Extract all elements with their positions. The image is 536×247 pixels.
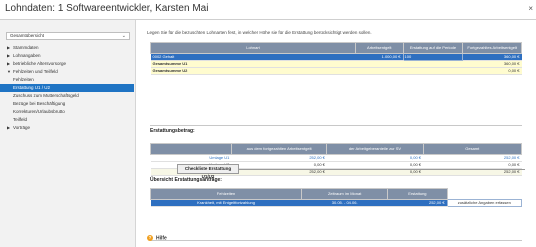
lohnart-cell: Gesamtsumme U1 [150, 60, 356, 68]
divider [239, 169, 525, 170]
column-header[interactable]: Lohnart [149, 42, 357, 54]
sidebar-item-label: Fehlzeiten [13, 77, 34, 82]
table-header-row: aus dem fortgezahlten Arbeitsentgelt der… [150, 143, 523, 155]
sidebar-item-lohnangaben[interactable]: ▶ Lohnangaben [6, 52, 134, 60]
sidebar-item-label: Erstattung U1 / U2 [13, 85, 51, 90]
column-header: Fehlzeiten [149, 188, 303, 200]
column-header [150, 143, 232, 155]
sidebar-item-zuschuss[interactable]: Zuschuss zum Mutterschaftsgeld [6, 92, 134, 100]
column-header: der Arbeitgeberanteile zur SV [326, 143, 424, 155]
sidebar-item-teilfeld[interactable]: Teilfeld [6, 116, 134, 124]
sidebar-item-label: Zuschuss zum Mutterschaftsgeld [13, 93, 79, 98]
sidebar-item-stammdaten[interactable]: ▶ Stammdaten [6, 44, 134, 52]
sidebar-item-bezuege[interactable]: Bezüge bei Beschäftigung [6, 100, 134, 108]
sidebar-item-label: betriebliche Altersvorsorge [13, 61, 67, 66]
lohnarten-table: Lohnart Arbeitsentgelt Erstattung auf di… [149, 42, 522, 75]
overview-dropdown-value: Gesamtübersicht [10, 33, 45, 38]
column-header[interactable]: Arbeitsentgelt [355, 42, 404, 54]
overview-dropdown[interactable]: Gesamtübersicht ⌄ [6, 32, 130, 40]
lohnart-cell: 0002 Gehalt [150, 53, 356, 61]
arbeitsentgelt-cell [355, 60, 404, 68]
table-header-row: Fehlzeiten Zeitraum im Monat Erstattung [149, 188, 522, 200]
column-header: Erstattung [387, 188, 448, 200]
help-link[interactable]: ? Hilfe [147, 235, 167, 241]
sidebar: Gesamtübersicht ⌄ ▶ Stammdaten ▶ Lohnangab… [0, 20, 136, 247]
table-row[interactable]: 0002 Gehalt 1.000,00 € 100 360,00 € [150, 53, 522, 61]
erstattung-cell: 252,00 € [387, 199, 448, 207]
sidebar-item-altersvorsorge[interactable]: ▶ betriebliche Altersvorsorge [6, 60, 134, 68]
table-header-row: Lohnart Arbeitsentgelt Erstattung auf di… [149, 42, 522, 54]
erstattung-cell [403, 67, 463, 75]
table-row[interactable]: Krankheit, mit Entgeltfortzahlung 30.05.… [150, 199, 523, 207]
sidebar-item-korrekturen[interactable]: Korrekturen/Urlaubsbrutto [6, 108, 134, 116]
fortgezahlt-cell: 0,00 € [231, 161, 327, 169]
antraege-table: Fehlzeiten Zeitraum im Monat Erstattung … [149, 188, 523, 207]
help-label: Hilfe [156, 235, 167, 242]
column-header: Gesamt [422, 143, 523, 155]
erstattung-input[interactable]: 100 [402, 53, 464, 61]
fortgezahlt-cell: 360,00 € [462, 53, 522, 61]
fortgezahlt-cell: 0,00 € [462, 67, 522, 75]
divider [150, 125, 522, 126]
column-header: Zeitraum im Monat [301, 188, 389, 200]
arbeitsentgelt-cell: 1.000,00 € [355, 53, 404, 61]
umlage-label: Umlage U1 [150, 154, 232, 162]
lohnart-cell: Gesamtsumme U2 [150, 67, 356, 75]
column-header[interactable]: Erstattung auf die Periode [402, 42, 464, 54]
additional-details-button[interactable]: zusätzliche Angaben erfassen [446, 199, 523, 207]
sidebar-item-label: Vorträge [13, 125, 31, 130]
sidebar-item-erstattung[interactable]: Erstattung U1 / U2 [0, 84, 134, 92]
table-row: Umlage U1 252,00 € 0,00 € 252,00 € [150, 154, 522, 162]
gesamt-cell: 252,00 € [423, 154, 522, 162]
intro-text: Legen Sie für die bezuschten Lohnarten f… [147, 30, 372, 35]
gesamt-cell: 0,00 € [423, 161, 522, 169]
fehlzeit-cell: Krankheit, mit Entgeltfortzahlung [150, 199, 302, 207]
arbeitsentgelt-cell [355, 67, 404, 75]
window-titlebar: Lohndaten: 1 Softwareentwickler, Karsten… [0, 0, 536, 20]
close-icon[interactable]: × [528, 4, 533, 13]
sidebar-item-label: Teilfeld [13, 117, 28, 122]
sidebar-item-fehlzeiten[interactable]: Fehlzeiten [6, 76, 134, 84]
sidebar-item-label: Stammdaten [13, 45, 39, 50]
divider [150, 240, 522, 241]
fortgezahlt-cell: 252,00 € [231, 154, 327, 162]
sidebar-item-label: Korrekturen/Urlaubsbrutto [13, 109, 65, 114]
erstattung-cell [403, 60, 463, 68]
zeitraum-cell: 30.05. - 04.06. [301, 199, 388, 207]
window-title: Lohndaten: 1 Softwareentwickler, Karsten… [5, 3, 209, 14]
sidebar-nav: ▶ Stammdaten ▶ Lohnangaben ▶ betriebliche A… [0, 44, 134, 132]
sidebar-item-fehlzeiten-teilfeld[interactable]: ▼ Fehlzeiten und Teilfeld [6, 68, 134, 76]
main-content: Legen Sie für die bezuschten Lohnarten f… [142, 20, 536, 247]
column-header-blank [447, 188, 522, 200]
sidebar-item-label: Fehlzeiten und Teilfeld [13, 69, 58, 74]
help-icon: ? [147, 235, 153, 241]
chevron-down-icon: ⌄ [121, 33, 126, 39]
table-row: Gesamtsumme U1 360,00 € [150, 60, 522, 68]
ag-anteile-cell: 0,00 € [326, 154, 424, 162]
checklist-button[interactable]: Checkliste Erstattung U1/U2 [177, 164, 239, 179]
table-row: Gesamtsumme U2 0,00 € [150, 67, 522, 75]
ag-anteile-cell: 0,00 € [326, 161, 424, 169]
column-header: aus dem fortgezahlten Arbeitsentgelt [230, 143, 328, 155]
erstattung-section-title: Erstattungsbetrag: [150, 128, 195, 134]
sidebar-item-label: Lohnangaben [13, 53, 41, 58]
sidebar-item-vortraege[interactable]: ▶ Vorträge [6, 124, 134, 132]
column-header[interactable]: Fortgezahltes Arbeitsentgelt [462, 42, 522, 54]
sidebar-item-label: Bezüge bei Beschäftigung [13, 101, 66, 106]
fortgezahlt-cell: 360,00 € [462, 60, 522, 68]
antraege-section-title: Übersicht Erstattungsanträge: [150, 177, 222, 183]
